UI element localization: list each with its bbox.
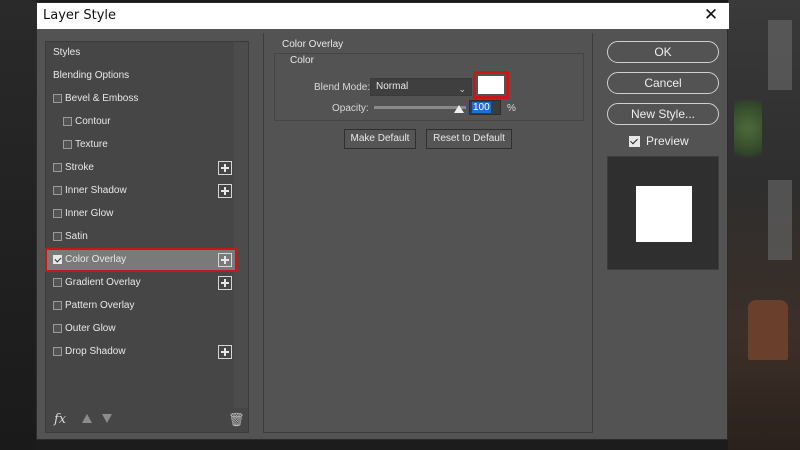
dialog-title: Layer Style [43, 8, 117, 23]
sidebar-item-label: Outer Glow [65, 323, 116, 334]
trash-icon[interactable]: 🗑 [228, 412, 245, 428]
texture-item[interactable]: Texture [46, 134, 236, 156]
sidebar-item-label: Drop Shadow [65, 346, 126, 357]
color-overlay-checkbox[interactable] [53, 255, 62, 264]
add-gradient-overlay-plus-icon[interactable] [218, 276, 232, 290]
background-photo-left [0, 0, 36, 450]
make-default-button[interactable]: Make Default [344, 129, 416, 149]
plant-image [734, 100, 762, 170]
contour-item[interactable]: Contour [46, 111, 236, 133]
overlay-color-swatch[interactable] [478, 76, 504, 94]
cancel-button[interactable]: Cancel [607, 72, 719, 94]
color-overlay-settings: Color Overlay Color Blend Mode: Normal ⌄… [263, 33, 593, 433]
opacity-slider-thumb[interactable] [454, 105, 464, 113]
chair-image [748, 300, 788, 360]
blend-mode-label: Blend Mode: [314, 82, 371, 93]
opacity-slider-track[interactable] [374, 106, 466, 109]
contour-checkbox[interactable] [63, 117, 72, 126]
gradient-overlay-item[interactable]: Gradient Overlay [46, 272, 236, 294]
add-inner-shadow-plus-icon[interactable] [218, 184, 232, 198]
reset-to-default-button[interactable]: Reset to Default [426, 129, 512, 149]
inner-shadow-checkbox[interactable] [53, 186, 62, 195]
opacity-label: Opacity: [332, 103, 369, 114]
sidebar-item-label: Satin [65, 231, 88, 242]
styles-list-panel: Styles Blending Options Bevel & Emboss C… [45, 41, 249, 433]
sidebar-item-label: Styles [53, 47, 81, 58]
drop-shadow-checkbox[interactable] [53, 347, 62, 356]
color-overlay-item[interactable]: Color Overlay [45, 248, 237, 272]
sidebar-item-label: Inner Shadow [65, 185, 127, 196]
stroke-item[interactable]: Stroke [46, 157, 236, 179]
move-up-icon[interactable] [82, 414, 92, 423]
pattern-overlay-item[interactable]: Pattern Overlay [46, 295, 236, 317]
blend-mode-value: Normal [376, 81, 409, 92]
close-icon[interactable]: ✕ [703, 6, 719, 24]
add-stroke-plus-icon[interactable] [218, 161, 232, 175]
bevel-emboss-item[interactable]: Bevel & Emboss [46, 88, 236, 110]
bevel-emboss-checkbox[interactable] [53, 94, 62, 103]
fx-icon[interactable]: fx [54, 412, 66, 427]
group-title: Color Overlay [282, 39, 344, 50]
background-photo-right [728, 0, 800, 450]
drop-shadow-item[interactable]: Drop Shadow [46, 341, 236, 363]
preview-label: Preview [646, 134, 689, 148]
window-pane [768, 20, 792, 90]
sidebar-item-label: Blending Options [53, 70, 130, 81]
sidebar-item-label: Gradient Overlay [65, 277, 141, 288]
styles-header-item[interactable]: Styles [46, 42, 236, 64]
preview-thumbnail [607, 156, 719, 270]
preview-checkbox[interactable] [629, 136, 640, 147]
move-down-icon[interactable] [102, 414, 112, 423]
ok-button[interactable]: OK [607, 41, 719, 63]
color-swatch-highlight [473, 71, 509, 99]
opacity-unit: % [507, 103, 516, 114]
outer-glow-item[interactable]: Outer Glow [46, 318, 236, 340]
title-bar: Layer Style ✕ [37, 3, 729, 29]
styles-toolbar: fx 🗑 [52, 412, 245, 430]
satin-item[interactable]: Satin [46, 226, 236, 248]
chevron-down-icon: ⌄ [458, 84, 466, 94]
opacity-input[interactable]: 100 [469, 100, 501, 115]
sidebar-item-label: Bevel & Emboss [65, 93, 139, 104]
pattern-overlay-checkbox[interactable] [53, 301, 62, 310]
add-color-overlay-plus-icon[interactable] [218, 253, 232, 267]
subgroup-title: Color [290, 55, 314, 66]
add-drop-shadow-plus-icon[interactable] [218, 345, 232, 359]
stroke-checkbox[interactable] [53, 163, 62, 172]
satin-checkbox[interactable] [53, 232, 62, 241]
new-style-button[interactable]: New Style... [607, 103, 719, 125]
inner-glow-item[interactable]: Inner Glow [46, 203, 236, 225]
gradient-overlay-checkbox[interactable] [53, 278, 62, 287]
texture-checkbox[interactable] [63, 140, 72, 149]
sidebar-item-label: Inner Glow [65, 208, 114, 219]
layer-style-dialog: Layer Style ✕ Styles Blending Options Be… [36, 2, 729, 440]
opacity-value: 100 [472, 102, 491, 113]
sidebar-item-label: Color Overlay [65, 254, 127, 265]
window-pane [768, 180, 792, 260]
outer-glow-checkbox[interactable] [53, 324, 62, 333]
sidebar-item-label: Pattern Overlay [65, 300, 135, 311]
inner-shadow-item[interactable]: Inner Shadow [46, 180, 236, 202]
preview-square [636, 186, 692, 242]
blend-mode-select[interactable]: Normal ⌄ [370, 78, 472, 96]
sidebar-item-label: Texture [75, 139, 108, 150]
inner-glow-checkbox[interactable] [53, 209, 62, 218]
blending-options-item[interactable]: Blending Options [46, 65, 236, 87]
styles-scrollbar[interactable] [234, 42, 248, 408]
sidebar-item-label: Stroke [65, 162, 94, 173]
sidebar-item-label: Contour [75, 116, 111, 127]
